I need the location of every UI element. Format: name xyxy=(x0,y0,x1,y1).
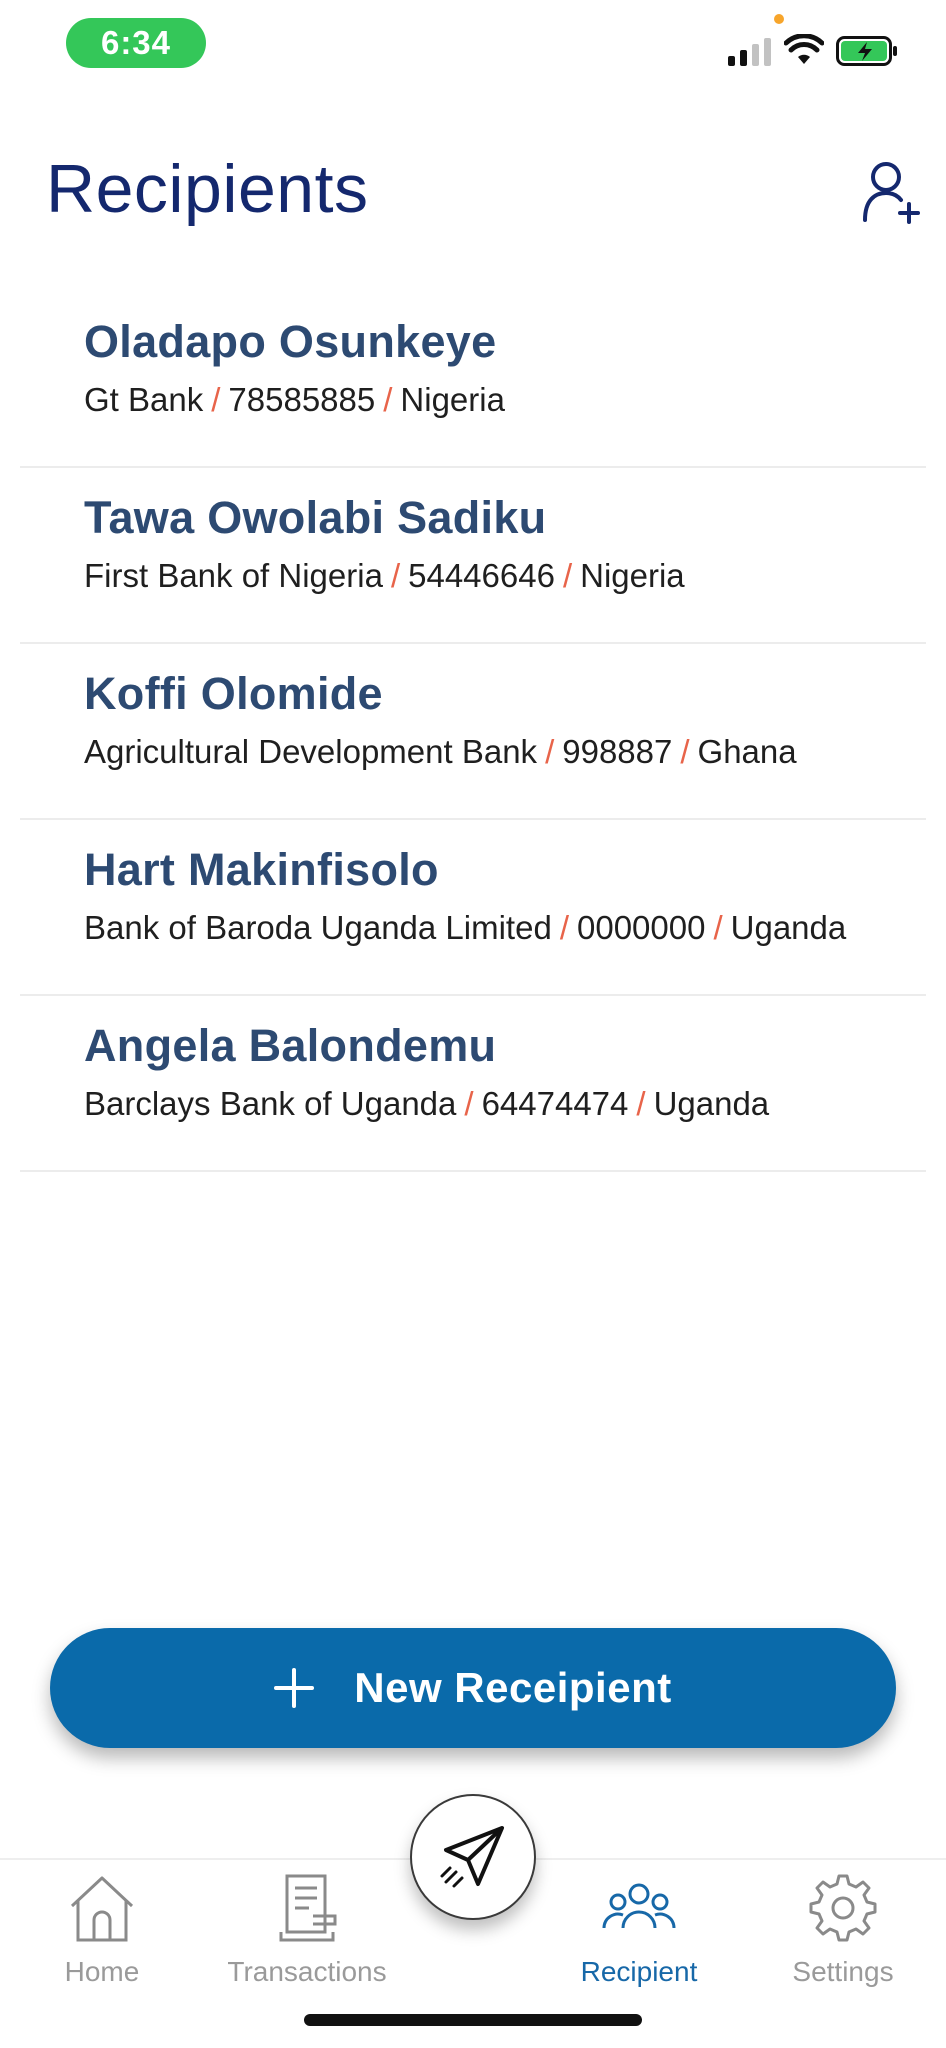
recipient-name: Oladapo Osunkeye xyxy=(84,316,497,367)
recipient-account: 64474474 xyxy=(481,1085,629,1122)
recipient-country: Uganda xyxy=(653,1085,770,1122)
nav-transactions[interactable]: Transactions xyxy=(212,1860,402,1988)
separator: / xyxy=(636,1085,646,1122)
battery-icon xyxy=(836,36,897,66)
separator: / xyxy=(713,909,723,946)
home-indicator xyxy=(304,2014,642,2026)
recipient-bank: Bank of Baroda Uganda Limited xyxy=(84,909,552,946)
recipient-row[interactable]: Hart Makinfisolo Bank of Baroda Uganda L… xyxy=(20,820,926,996)
recipient-bank: Gt Bank xyxy=(84,381,204,418)
recipient-bank: Agricultural Development Bank xyxy=(84,733,538,770)
recipient-account: 998887 xyxy=(562,733,673,770)
wifi-icon xyxy=(784,34,824,64)
signal-icon xyxy=(728,38,771,66)
recipient-account: 0000000 xyxy=(576,909,706,946)
page-title: Recipients xyxy=(46,151,369,227)
recipient-row[interactable]: Tawa Owolabi Sadiku First Bank of Nigeri… xyxy=(20,468,926,644)
recipient-country: Uganda xyxy=(730,909,847,946)
send-money-button[interactable] xyxy=(410,1794,536,1920)
separator: / xyxy=(390,557,401,594)
nav-recipient-label: Recipient xyxy=(580,1956,698,1987)
recipient-name: Koffi Olomide xyxy=(84,668,383,719)
recipient-account: 54446646 xyxy=(408,557,555,594)
recipient-details: Agricultural Development Bank/998887/Gha… xyxy=(84,728,926,776)
recipient-bank: Barclays Bank of Uganda xyxy=(84,1085,457,1122)
recipient-row[interactable]: Angela Balondemu Barclays Bank of Uganda… xyxy=(20,996,926,1172)
recipient-details: First Bank of Nigeria/54446646/Nigeria xyxy=(84,552,926,600)
nav-settings-label: Settings xyxy=(792,1956,894,1987)
recipient-account: 78585885 xyxy=(228,381,376,418)
recipient-name: Angela Balondemu xyxy=(84,1020,497,1071)
group-icon xyxy=(602,1883,676,1929)
recipient-row[interactable]: Koffi Olomide Agricultural Development B… xyxy=(20,644,926,820)
recipient-details: Barclays Bank of Uganda/64474474/Uganda xyxy=(84,1080,926,1128)
separator: / xyxy=(559,909,569,946)
gear-icon xyxy=(809,1874,877,1942)
separator: / xyxy=(464,1085,474,1122)
new-recipient-label: New Receipient xyxy=(354,1664,672,1711)
home-icon xyxy=(70,1876,134,1942)
recipient-details: Gt Bank/78585885/Nigeria xyxy=(84,376,926,424)
plus-icon xyxy=(274,1668,315,1708)
receipt-icon xyxy=(279,1874,337,1942)
nav-transactions-label: Transactions xyxy=(227,1956,387,1987)
recipient-bank: First Bank of Nigeria xyxy=(84,557,383,594)
status-bar: 6:34 xyxy=(0,0,946,90)
recipient-country: Nigeria xyxy=(400,381,505,418)
nav-home-label: Home xyxy=(64,1956,140,1987)
separator: / xyxy=(562,557,573,594)
nav-home[interactable]: Home xyxy=(7,1860,197,1988)
recipient-country: Ghana xyxy=(697,733,797,770)
nav-settings[interactable]: Settings xyxy=(748,1860,938,1988)
separator: / xyxy=(211,381,221,418)
recipient-name: Tawa Owolabi Sadiku xyxy=(84,492,547,543)
recipient-list: Oladapo Osunkeye Gt Bank/78585885/Nigeri… xyxy=(20,292,926,1172)
status-time: 6:34 xyxy=(66,18,206,68)
recipient-row[interactable]: Oladapo Osunkeye Gt Bank/78585885/Nigeri… xyxy=(20,292,926,468)
privacy-indicator xyxy=(774,14,784,24)
recipient-name: Hart Makinfisolo xyxy=(84,844,439,895)
add-person-icon[interactable] xyxy=(862,160,922,226)
recipient-details: Bank of Baroda Uganda Limited/0000000/Ug… xyxy=(84,904,926,952)
nav-recipient[interactable]: Recipient xyxy=(544,1860,734,1988)
paper-plane-icon xyxy=(440,1826,504,1888)
separator: / xyxy=(680,733,690,770)
separator: / xyxy=(383,381,393,418)
new-recipient-button[interactable]: New Receipient xyxy=(50,1628,896,1748)
recipient-country: Nigeria xyxy=(580,557,685,594)
separator: / xyxy=(545,733,555,770)
